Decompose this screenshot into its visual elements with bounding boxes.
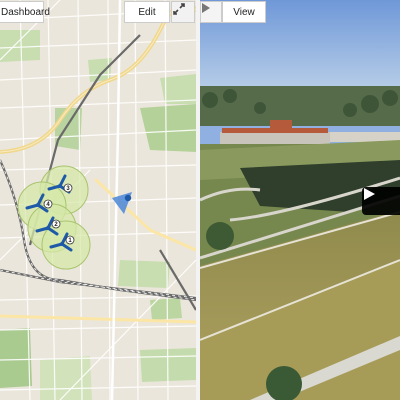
view-button[interactable]: View <box>222 1 266 23</box>
view-label: View <box>233 6 255 18</box>
video-play-button[interactable] <box>362 187 400 215</box>
play-button[interactable] <box>200 1 222 23</box>
tree-left <box>206 222 234 250</box>
map-toolbar: Dashboard Edit <box>0 0 196 24</box>
view-toolbar: View <box>200 0 400 24</box>
edit-button[interactable]: Edit <box>124 1 170 23</box>
map-pane[interactable]: 3 4 2 1 Dashboard Edit <box>0 0 196 400</box>
fullscreen-button[interactable] <box>171 1 195 23</box>
dashboard-label: Dashboard <box>1 6 50 18</box>
map-canvas[interactable]: 3 4 2 1 <box>0 0 196 400</box>
edit-label: Edit <box>138 6 156 18</box>
dashboard-button[interactable]: Dashboard <box>0 1 50 23</box>
view-pane[interactable]: View <box>200 0 400 400</box>
